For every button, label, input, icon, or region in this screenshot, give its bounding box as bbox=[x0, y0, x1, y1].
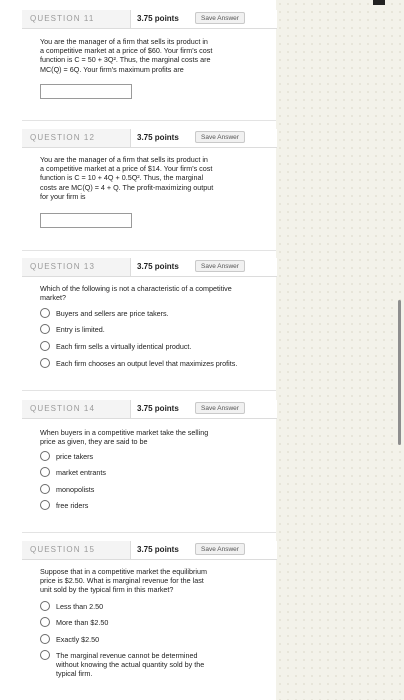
question-score-box: 3.75 points Save Answer bbox=[130, 541, 277, 559]
radio-button[interactable] bbox=[40, 500, 50, 510]
question-score-box: 3.75 points Save Answer bbox=[130, 10, 277, 28]
question-number: QUESTION 13 bbox=[30, 262, 96, 271]
question-header: QUESTION 11 3.75 points Save Answer bbox=[22, 10, 277, 29]
radio-button[interactable] bbox=[40, 484, 50, 494]
save-answer-button[interactable]: Save Answer bbox=[195, 12, 245, 24]
question-points: 3.75 points bbox=[137, 133, 179, 142]
option-label: market entrants bbox=[56, 468, 106, 477]
question-header: QUESTION 12 3.75 points Save Answer bbox=[22, 129, 277, 148]
question-score-box: 3.75 points Save Answer bbox=[130, 258, 277, 276]
option-label: price takers bbox=[56, 452, 94, 461]
option-label: free riders bbox=[56, 501, 89, 510]
right-rail bbox=[276, 0, 404, 700]
question-number: QUESTION 11 bbox=[30, 14, 95, 23]
divider bbox=[22, 532, 276, 533]
divider bbox=[22, 120, 276, 121]
save-answer-button[interactable]: Save Answer bbox=[195, 402, 245, 414]
question-header: QUESTION 13 3.75 points Save Answer bbox=[22, 258, 277, 277]
question-12: QUESTION 12 3.75 points Save Answer You … bbox=[22, 129, 277, 249]
question-number: QUESTION 12 bbox=[30, 133, 96, 142]
radio-button[interactable] bbox=[40, 467, 50, 477]
question-text: Suppose that in a competitive market the… bbox=[40, 567, 207, 595]
question-points: 3.75 points bbox=[137, 262, 179, 271]
option-label: monopolists bbox=[56, 485, 95, 494]
save-answer-button[interactable]: Save Answer bbox=[195, 543, 245, 555]
question-text: When buyers in a competitive market take… bbox=[40, 428, 209, 447]
question-text: You are the manager of a firm that sells… bbox=[40, 155, 214, 201]
radio-button[interactable] bbox=[40, 601, 50, 611]
radio-button[interactable] bbox=[40, 358, 50, 368]
option-label: Entry is limited. bbox=[56, 325, 105, 334]
question-11: QUESTION 11 3.75 points Save Answer You … bbox=[22, 10, 277, 120]
option-label: Each firm sells a virtually identical pr… bbox=[56, 342, 192, 351]
radio-button[interactable] bbox=[40, 324, 50, 334]
divider bbox=[22, 390, 276, 391]
question-header: QUESTION 14 3.75 points Save Answer bbox=[22, 400, 277, 419]
option-label: More than $2.50 bbox=[56, 618, 109, 627]
save-answer-button[interactable]: Save Answer bbox=[195, 131, 245, 143]
question-header: QUESTION 15 3.75 points Save Answer bbox=[22, 541, 277, 560]
scrollbar[interactable] bbox=[398, 300, 401, 445]
radio-button[interactable] bbox=[40, 341, 50, 351]
question-points: 3.75 points bbox=[137, 404, 179, 413]
option-label: Buyers and sellers are price takers. bbox=[56, 309, 169, 318]
question-score-box: 3.75 points Save Answer bbox=[130, 400, 277, 418]
divider bbox=[22, 250, 276, 251]
question-number: QUESTION 14 bbox=[30, 404, 96, 413]
question-text: You are the manager of a firm that sells… bbox=[40, 37, 213, 74]
option-label: Exactly $2.50 bbox=[56, 635, 100, 644]
radio-button[interactable] bbox=[40, 451, 50, 461]
radio-button[interactable] bbox=[40, 650, 50, 660]
option-label: Less than 2.50 bbox=[56, 602, 104, 611]
answer-input[interactable] bbox=[40, 213, 132, 228]
option-label: Each firm chooses an output level that m… bbox=[56, 359, 238, 368]
question-14: QUESTION 14 3.75 points Save Answer When… bbox=[22, 400, 277, 525]
question-points: 3.75 points bbox=[137, 14, 179, 23]
question-points: 3.75 points bbox=[137, 545, 179, 554]
option-label: The marginal revenue cannot be determine… bbox=[56, 651, 205, 679]
question-score-box: 3.75 points Save Answer bbox=[130, 129, 277, 147]
question-13: QUESTION 13 3.75 points Save Answer Whic… bbox=[22, 258, 277, 383]
save-answer-button[interactable]: Save Answer bbox=[195, 260, 245, 272]
radio-button[interactable] bbox=[40, 617, 50, 627]
question-15: QUESTION 15 3.75 points Save Answer Supp… bbox=[22, 541, 277, 700]
corner-marker bbox=[373, 0, 385, 5]
answer-input[interactable] bbox=[40, 84, 132, 99]
radio-button[interactable] bbox=[40, 634, 50, 644]
radio-button[interactable] bbox=[40, 308, 50, 318]
question-text: Which of the following is not a characte… bbox=[40, 284, 232, 303]
question-number: QUESTION 15 bbox=[30, 545, 96, 554]
